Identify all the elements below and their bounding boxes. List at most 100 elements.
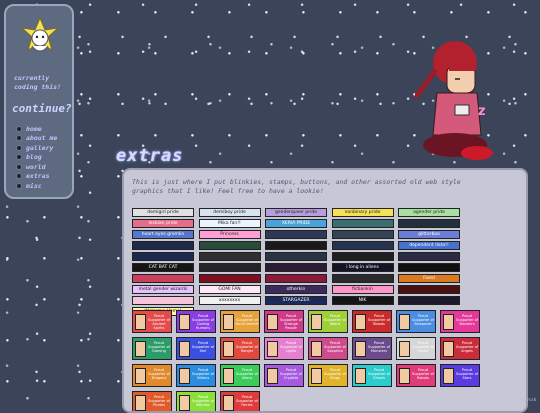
blinkie[interactable]: nonbinary pride (331, 208, 394, 217)
blinkie[interactable]: genderqueer pride (265, 208, 327, 217)
blinkie[interactable] (132, 241, 194, 250)
stamp[interactable]: Proud Supporter of Lights (264, 337, 304, 360)
blinkie[interactable]: Fixed (398, 274, 460, 283)
stamp-text: Proud Supporter of Bloods (368, 314, 390, 326)
nav-item-about-me[interactable]: about me (16, 134, 57, 144)
blinkie[interactable]: Princess (198, 230, 261, 239)
blinkie[interactable]: i long in aliens (331, 263, 394, 272)
blinkie[interactable] (398, 219, 460, 228)
blinkie[interactable]: agender pride (398, 208, 460, 217)
stamp[interactable]: Proud Supporter of Stars (440, 364, 480, 387)
blinkie[interactable]: xxxxxxxx (198, 296, 261, 305)
stamp[interactable]: Proud Supporter of Hurt/Comfort (220, 310, 260, 333)
blinkie[interactable] (398, 252, 460, 261)
character-face-icon (311, 341, 322, 357)
blinkie[interactable]: STARGAZER (265, 296, 327, 305)
stamp-text: Proud Supporter of Wonders (456, 314, 478, 326)
character-face-icon (443, 368, 454, 384)
stamp-text: Proud Supporter of Ranger (236, 341, 258, 353)
blinkie[interactable]: glitterboo (398, 230, 460, 239)
blinkie[interactable] (331, 252, 394, 261)
stamp-text: Proud Supporter of Xeri (192, 341, 214, 353)
stamp[interactable]: Proud Supporter of Sapphics (308, 337, 348, 360)
stamp[interactable]: Proud Supporter of Monsters (352, 337, 392, 360)
blinkie[interactable] (265, 263, 327, 272)
blinkie[interactable] (198, 252, 261, 261)
stamp[interactable]: Proud Supporter of Witches (176, 391, 216, 411)
stamp[interactable]: Proud Supporter of Ranger (220, 337, 260, 360)
nav-item-blog[interactable]: blog (16, 153, 57, 163)
stamp[interactable]: Proud Supporter of Sleepover (396, 310, 436, 333)
blinkie[interactable] (132, 296, 194, 305)
stamp[interactable]: Proud Supporter of Aliens (220, 364, 260, 387)
blinkie[interactable] (265, 241, 327, 250)
blinkie[interactable] (331, 219, 394, 228)
stamp[interactable]: Proud Supporter of Angels (440, 337, 480, 360)
blinkie[interactable] (265, 230, 327, 239)
bullet-icon (16, 173, 22, 180)
blinkie[interactable] (398, 263, 460, 272)
sleep-z-icon: z (478, 104, 486, 119)
continue-heading: continue? (12, 102, 72, 115)
stamp[interactable]: Proud Supporter of Robots (396, 364, 436, 387)
blinkie[interactable] (398, 296, 460, 305)
blinkie[interactable]: dependent data!! (398, 241, 460, 250)
blinkie[interactable]: otherkin (265, 285, 327, 294)
blinkie[interactable] (265, 274, 327, 283)
stamp-text: Proud Supporter of Lights (280, 341, 302, 353)
character-face-icon (179, 341, 190, 357)
blinkie[interactable]: demiboy pride (198, 208, 261, 217)
blinkie[interactable] (331, 230, 394, 239)
blinkie[interactable] (265, 252, 327, 261)
stamp[interactable]: Proud Supporter of Ancient Spirits (132, 310, 172, 333)
blinkie[interactable]: fictionkin (331, 285, 394, 294)
blinkie[interactable]: Mika fan!! (198, 219, 261, 228)
blinkie[interactable]: lesbian pride (132, 219, 194, 228)
blinkie[interactable]: GOMI FAN (198, 285, 261, 294)
stamp[interactable]: Proud Supporter of Spirits (396, 337, 436, 360)
blinkie[interactable]: metal gender wizards (132, 285, 194, 294)
stamp[interactable]: Proud Supporter of Dragons (132, 364, 172, 387)
blinkie[interactable] (331, 274, 394, 283)
blinkie[interactable] (331, 241, 394, 250)
stamp[interactable]: Proud Supporter of Villains (176, 364, 216, 387)
stamp[interactable]: Proud Supporter of Wonders (440, 310, 480, 333)
stamp[interactable]: Proud Supporter of Weird (308, 310, 348, 333)
character-face-icon (443, 341, 454, 357)
sidebar: currently coding this! continue? home ab… (4, 4, 74, 199)
blinkie[interactable] (132, 274, 194, 283)
blinkie[interactable] (198, 241, 261, 250)
stamp[interactable]: Proud Supporter of Coding Humans (176, 310, 216, 333)
credit-text: @cycxb (521, 397, 536, 402)
jirachi-mascot-icon (20, 16, 60, 52)
blinkie[interactable] (198, 263, 261, 272)
stamp[interactable]: Proud Supporter of Bloods (352, 310, 392, 333)
blinkie[interactable]: NIK (331, 296, 394, 305)
blinkie[interactable]: XERIA PRIDE (265, 219, 327, 228)
nav-item-home[interactable]: home (16, 124, 57, 134)
blinkie[interactable] (132, 252, 194, 261)
stamp[interactable]: Proud Supporter of Cryptids (264, 364, 304, 387)
nav-item-misc[interactable]: misc (16, 181, 57, 191)
nav-item-world[interactable]: world (16, 162, 57, 172)
stamps-grid: Proud Supporter of Ancient Spirits Proud … (132, 310, 480, 411)
blinkie[interactable]: demigirl pride (132, 208, 194, 217)
stamp[interactable]: Proud Supporter of Fairies (220, 391, 260, 411)
blinkie[interactable] (398, 285, 460, 294)
stamp[interactable]: Proud Supporter of Kings (308, 364, 348, 387)
blinkie[interactable] (198, 274, 261, 283)
stamp-text: Proud Supporter of Pirates (148, 395, 170, 407)
character-face-icon (179, 395, 190, 411)
nav-item-gallery[interactable]: gallery (16, 143, 57, 153)
stamp-text: Proud Supporter of Coding Humans (192, 314, 214, 330)
bullet-icon (16, 182, 22, 189)
stamp[interactable]: Proud Supporter of Strange People (264, 310, 304, 333)
nav-item-extras[interactable]: extras (16, 172, 57, 182)
stamp[interactable]: Proud Supporter of Gaming (132, 337, 172, 360)
stamp-text: Proud Supporter of Gaming (148, 341, 170, 353)
stamp[interactable]: Proud Supporter of Ghosts (352, 364, 392, 387)
blinkie[interactable]: CAT BAT CAT (132, 263, 194, 272)
stamp[interactable]: Proud Supporter of Xeri (176, 337, 216, 360)
stamp[interactable]: Proud Supporter of Pirates (132, 391, 172, 411)
blinkie[interactable]: heart eyes gremlin (132, 230, 194, 239)
